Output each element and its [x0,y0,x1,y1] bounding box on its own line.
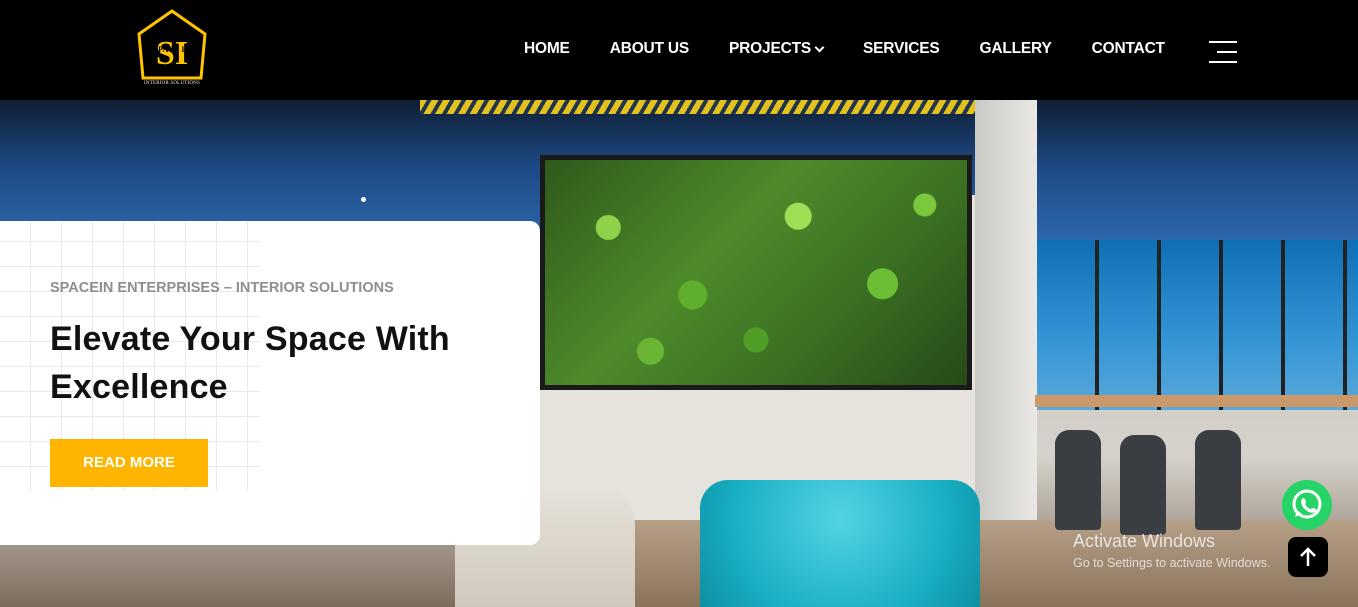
hero-dark-chair [1195,430,1241,530]
hero-glass-frames [1037,240,1358,410]
nav-item-label: PROJECTS [729,40,811,57]
hero-eyebrow: SPACEIN ENTERPRISES – INTERIOR SOLUTIONS [50,280,394,296]
hero-table [1035,395,1358,407]
nav-item-label: GALLERY [979,40,1052,57]
hero-ceiling-strip [420,100,980,114]
site-logo[interactable]: SI SPACE IN INTERIOR SOLUTIONS [135,8,209,90]
activate-windows-subtitle: Go to Settings to activate Windows. [1073,556,1271,570]
svg-text:SPACE IN: SPACE IN [154,45,191,54]
logo-mark-icon: SI SPACE IN [137,9,207,80]
nav-item-label: CONTACT [1091,40,1165,57]
nav-item-label: HOME [524,40,570,57]
hero-dark-chair [1055,430,1101,530]
site-header: SI SPACE IN INTERIOR SOLUTIONS HOME ABOU… [0,0,1358,100]
hero-card: SPACEIN ENTERPRISES – INTERIOR SOLUTIONS… [0,221,540,545]
hero-plant-wall [540,155,972,390]
nav-item-label: ABOUT US [609,40,690,57]
arrow-up-icon [1300,547,1316,566]
nav-item-about-us[interactable]: ABOUT US [609,40,690,58]
nav-item-gallery[interactable]: GALLERY [980,40,1052,58]
hamburger-icon[interactable] [1209,41,1237,65]
whatsapp-icon [1292,489,1322,519]
nav-item-services[interactable]: SERVICES [863,40,940,58]
nav-item-home[interactable]: HOME [524,40,570,58]
hero-blue-chair [700,480,980,607]
chevron-down-icon [814,42,825,52]
slider-dot[interactable] [361,197,366,202]
nav-item-label: SERVICES [863,40,940,57]
nav-item-projects[interactable]: PROJECTS [729,40,825,58]
scroll-to-top-button[interactable] [1288,537,1328,577]
read-more-button[interactable]: READ MORE [50,439,208,487]
hero-dark-chair [1120,435,1166,535]
nav-item-contact[interactable]: CONTACT [1092,40,1165,58]
hero-headline: Elevate Your Space With Excellence [50,320,450,406]
main-nav: HOME ABOUT US PROJECTS SERVICES GALLERY … [524,40,1205,58]
activate-windows-title: Activate Windows [1073,531,1216,551]
logo-tagline: INTERIOR SOLUTIONS [144,81,200,86]
whatsapp-button[interactable] [1282,480,1332,530]
